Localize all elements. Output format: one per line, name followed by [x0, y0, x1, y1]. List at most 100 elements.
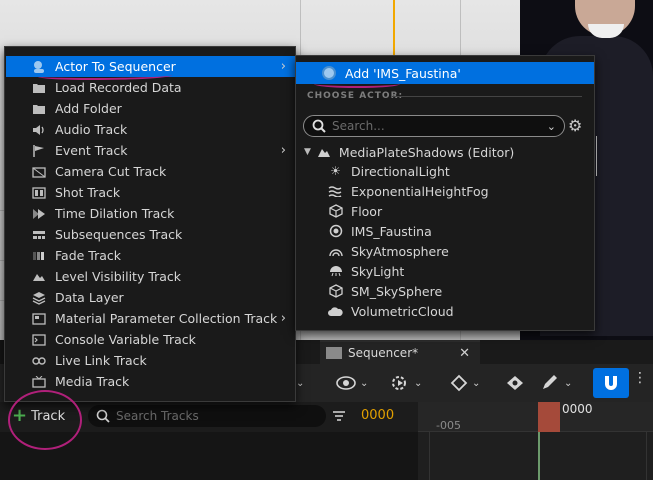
transport-options-button[interactable]: ⌄	[296, 370, 304, 396]
actor-row-skyatmosphere[interactable]: SkyAtmosphere	[296, 241, 594, 261]
annotation-circle	[8, 390, 82, 450]
menu-item-label: Add Folder	[55, 101, 122, 116]
actor-search-input[interactable]	[332, 119, 532, 133]
more-options-icon[interactable]: ⋮	[633, 370, 647, 396]
add-selected-actor-label: Add 'IMS_Faustina'	[345, 65, 461, 81]
filter-icon[interactable]	[332, 409, 346, 423]
folder-icon	[32, 102, 46, 116]
actor-label: DirectionalLight	[351, 163, 450, 179]
menu-item-label: Level Visibility Track	[55, 269, 182, 284]
cloud-icon	[328, 304, 343, 319]
actor-row-floor[interactable]: Floor	[296, 201, 594, 221]
film-icon	[32, 186, 46, 200]
menu-item-fade-track[interactable]: Fade Track	[6, 245, 296, 266]
actor-row-skylight[interactable]: SkyLight	[296, 261, 594, 281]
playhead-frame-label: 0000	[562, 402, 593, 416]
auto-key-icon	[507, 376, 523, 390]
annotation-underline	[314, 80, 400, 88]
sky-atmosphere-icon	[328, 244, 343, 259]
search-icon	[96, 409, 110, 423]
add-track-menu: Actor To Sequencer › Load Recorded Data …	[4, 46, 296, 402]
skylight-icon	[328, 264, 343, 279]
media-icon	[32, 375, 46, 389]
actor-label: SkyLight	[351, 263, 405, 279]
close-icon[interactable]: ✕	[459, 346, 470, 361]
menu-item-console-variable-track[interactable]: Console Variable Track	[6, 329, 296, 350]
menu-item-camera-cut-track[interactable]: Camera Cut Track	[6, 161, 296, 182]
snap-toggle-button[interactable]	[593, 368, 629, 398]
flag-icon	[32, 144, 46, 158]
chevron-right-icon: ›	[280, 311, 286, 326]
choose-actor-header: CHOOSE ACTOR:	[307, 91, 404, 101]
eye-icon	[336, 376, 356, 390]
search-icon	[312, 119, 326, 133]
actor-row-directionallight[interactable]: ☀ DirectionalLight	[296, 161, 594, 181]
tab-sequencer-label: Sequencer*	[348, 346, 419, 360]
actor-icon	[322, 66, 336, 80]
chevron-down-icon: ⌄	[564, 377, 573, 389]
menu-item-event-track[interactable]: Event Track ›	[6, 140, 296, 161]
menu-item-label: Shot Track	[55, 185, 121, 200]
menu-item-time-dilation-track[interactable]: Time Dilation Track	[6, 203, 296, 224]
menu-item-shot-track[interactable]: Shot Track	[6, 182, 296, 203]
menu-item-load-recorded-data[interactable]: Load Recorded Data	[6, 77, 296, 98]
pencil-icon	[543, 375, 557, 389]
transform-gizmo[interactable]	[596, 136, 614, 176]
edit-tools-button[interactable]: ⌄	[540, 370, 572, 396]
magnet-icon	[605, 376, 617, 390]
menu-item-label: Live Link Track	[55, 353, 147, 368]
material-icon	[32, 312, 46, 326]
chevron-down-icon: ⌄	[360, 377, 369, 389]
time-dilation-icon	[32, 207, 46, 221]
current-frame-readout[interactable]: 0000	[361, 408, 394, 423]
folder-open-icon	[32, 81, 46, 95]
actor-row-volumetriccloud[interactable]: VolumetricCloud	[296, 301, 594, 321]
view-options-button[interactable]: ⌄	[336, 370, 368, 396]
auto-key-button[interactable]	[505, 370, 525, 396]
gear-icon[interactable]: ⚙	[568, 116, 586, 136]
cube-icon	[328, 204, 343, 219]
actor-search-field[interactable]: ⌄	[303, 115, 565, 137]
menu-item-label: Load Recorded Data	[55, 80, 182, 95]
tab-sequencer[interactable]: Sequencer* ✕	[320, 340, 480, 364]
menu-item-label: Camera Cut Track	[55, 164, 167, 179]
actor-row-exponentialheightfog[interactable]: ExponentialHeightFog	[296, 181, 594, 201]
level-icon	[32, 270, 46, 284]
menu-item-live-link-track[interactable]: Live Link Track	[6, 350, 296, 371]
triangle-down-icon[interactable]: ▼	[304, 147, 311, 157]
playhead-line	[538, 432, 540, 480]
timeline-divider	[429, 432, 430, 480]
camera-icon	[32, 165, 46, 179]
search-tracks-field[interactable]	[88, 405, 326, 427]
actor-label: SM_SkySphere	[351, 283, 443, 299]
playhead-handle[interactable]	[538, 402, 560, 432]
menu-item-audio-track[interactable]: Audio Track	[6, 119, 296, 140]
menu-item-label: Console Variable Track	[55, 332, 196, 347]
chevron-down-icon[interactable]: ⌄	[547, 120, 556, 133]
chevron-down-icon: ⌄	[414, 377, 423, 389]
subsequence-icon	[32, 228, 46, 242]
menu-item-level-visibility-track[interactable]: Level Visibility Track	[6, 266, 296, 287]
actor-row-ims-faustina[interactable]: IMS_Faustina	[296, 221, 594, 241]
menu-item-data-layer[interactable]: Data Layer	[6, 287, 296, 308]
menu-item-label: Media Track	[55, 374, 130, 389]
ruler-tick-label: -005	[436, 419, 461, 432]
search-tracks-input[interactable]	[116, 409, 306, 423]
key-options-button[interactable]: ⌄	[450, 370, 480, 396]
actor-row-sm-skysphere[interactable]: SM_SkySphere	[296, 281, 594, 301]
menu-item-material-parameter-collection-track[interactable]: Material Parameter Collection Track ›	[6, 308, 296, 329]
menu-item-label: Data Layer	[55, 290, 124, 305]
tree-root-world[interactable]: ▼ MediaPlateShadows (Editor)	[304, 142, 514, 162]
menu-item-label: Event Track	[55, 143, 128, 158]
menu-item-subsequences-track[interactable]: Subsequences Track	[6, 224, 296, 245]
menu-item-label: Subsequences Track	[55, 227, 183, 242]
menu-item-label: Fade Track	[55, 248, 122, 263]
menu-item-add-folder[interactable]: Add Folder	[6, 98, 296, 119]
actor-icon	[328, 224, 343, 239]
divider	[392, 96, 582, 97]
live-link-icon	[32, 354, 46, 368]
chevron-right-icon: ›	[280, 59, 286, 74]
playback-options-button[interactable]: ⌄	[390, 370, 422, 396]
actor-label: Floor	[351, 203, 383, 219]
menu-item-media-track[interactable]: Media Track	[6, 371, 296, 392]
